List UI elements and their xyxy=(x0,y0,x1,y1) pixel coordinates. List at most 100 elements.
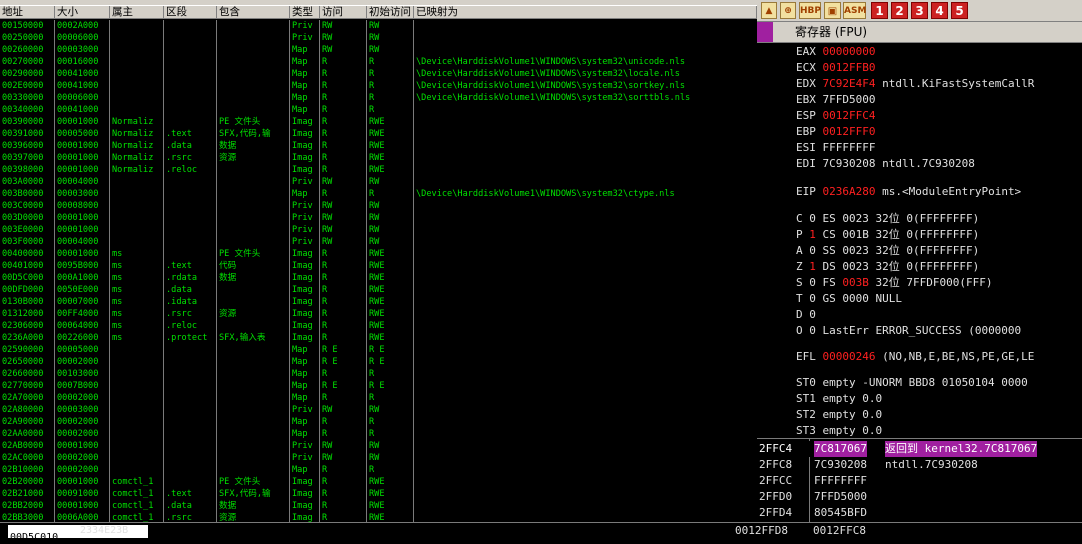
column-header-section[interactable]: 区段 xyxy=(164,6,217,19)
register-efl[interactable]: EFL 00000246 (NO,NB,E,BE,NS,PE,GE,LE xyxy=(796,349,1034,364)
flag-row-p[interactable]: P 1 CS 001B 32位 0(FFFFFFFF) xyxy=(796,227,979,242)
table-row[interactable]: 003E0000 00001000 Priv RW RW xyxy=(0,224,757,236)
flag-row-c[interactable]: C 0 ES 0023 32位 0(FFFFFFFF) xyxy=(796,211,979,226)
stack-row[interactable]: 2FFC8 7C930208 ntdll.7C930208 xyxy=(757,457,1082,473)
table-row[interactable]: 0236A000 00226000 ms .protect SFX,输入表 Imag R RW… xyxy=(0,332,757,344)
stack-comment: 返回到 kernel32.7C817067 xyxy=(885,441,1038,457)
table-row[interactable]: 02306000 00064000 ms .reloc Imag R RWE xyxy=(0,320,757,332)
register-ebx[interactable]: EBX 7FFD5000 xyxy=(796,92,875,107)
table-row[interactable]: 00397000 00001000 Normaliz .rsrc 资源 Imag R RWE xyxy=(0,152,757,164)
table-row[interactable]: 00396000 00001000 Normaliz .data 数据 Imag R RWE xyxy=(0,140,757,152)
column-header-contains[interactable]: 包含 xyxy=(217,6,290,19)
table-row[interactable]: 00260000 00003000 Map RW RW xyxy=(0,44,757,56)
column-header-size[interactable]: 大小 xyxy=(55,6,110,19)
table-row[interactable]: 02590000 00005000 Map R E R E xyxy=(0,344,757,356)
table-row[interactable]: 02BB2000 00001000 comctl_1 .data 数据 Imag R RWE xyxy=(0,500,757,512)
table-row[interactable]: 003B0000 00003000 Map R R \Device\HarddiskVol… xyxy=(0,188,757,200)
bookmark-5-button[interactable]: 5 xyxy=(951,2,968,19)
column-divider xyxy=(216,20,217,522)
table-row[interactable]: 02B20000 00001000 comctl_1 PE 文件头 Imag R RWE xyxy=(0,476,757,488)
sort-icon[interactable]: ▲ xyxy=(761,2,777,19)
table-row[interactable]: 02660000 00103000 Map R R xyxy=(0,368,757,380)
cell-section xyxy=(164,368,217,380)
table-row[interactable]: 00150000 0002A000 Priv RW RW xyxy=(0,20,757,32)
table-row[interactable]: 02A90000 00002000 Map R R xyxy=(0,416,757,428)
bookmark-2-button[interactable]: 2 xyxy=(891,2,908,19)
bookmark-1-button[interactable]: 1 xyxy=(871,2,888,19)
fpu-register-st0[interactable]: ST0 empty -UNORM BBD8 01050104 0000 xyxy=(796,375,1028,390)
mem-button[interactable]: ▣ xyxy=(824,2,841,19)
stack-address: 2FFC8 xyxy=(759,458,793,471)
table-row[interactable]: 00290000 00041000 Map R R \Device\HarddiskVol… xyxy=(0,68,757,80)
table-row[interactable]: 02AA0000 00002000 Map R R xyxy=(0,428,757,440)
register-eip[interactable]: EIP 0236A280 ms.<ModuleEntryPoint> xyxy=(796,184,1021,199)
table-row[interactable]: 02B21000 00091000 comctl_1 .text SFX,代码,输 Ima… xyxy=(0,488,757,500)
memory-map-rows[interactable]: 00150000 0002A000 Priv RW RW 00250000 00006000… xyxy=(0,20,757,522)
cell-type: Map xyxy=(292,345,308,355)
cell-section: .protect xyxy=(166,333,208,343)
table-row[interactable]: 00340000 00041000 Map R R xyxy=(0,104,757,116)
table-row[interactable]: 02AB0000 00001000 Priv RW RW xyxy=(0,440,757,452)
table-row[interactable]: 02A70000 00002000 Map R R xyxy=(0,392,757,404)
fpu-register-st1[interactable]: ST1 empty 0.0 xyxy=(796,391,882,406)
table-row[interactable]: 0130B000 00007000 ms .idata Imag R RWE xyxy=(0,296,757,308)
register-esp[interactable]: ESP 0012FFC4 xyxy=(796,108,875,123)
last-error-row[interactable]: O 0 LastErr ERROR_SUCCESS (0000000 xyxy=(796,323,1021,338)
asm-button[interactable]: ASM xyxy=(843,2,866,19)
table-row[interactable]: 002E0000 00041000 Map R R \Device\HarddiskVol… xyxy=(0,80,757,92)
stack-pane[interactable]: 2FFC4 7C817067 返回到 kernel32.7C817067 2FFC8 7… xyxy=(757,438,1082,522)
table-row[interactable]: 00398000 00001000 Normaliz .reloc Imag R RWE xyxy=(0,164,757,176)
fpu-register-st3[interactable]: ST3 empty 0.0 xyxy=(796,423,882,438)
table-row[interactable]: 003D0000 00001000 Priv RW RW xyxy=(0,212,757,224)
table-row[interactable]: 02A80000 00003000 Priv RW RW xyxy=(0,404,757,416)
register-ecx[interactable]: ECX 0012FFB0 xyxy=(796,60,875,75)
table-row[interactable]: 00250000 00006000 Priv RW RW xyxy=(0,32,757,44)
table-row[interactable]: 00390000 00001000 Normaliz PE 文件头 Imag R RWE xyxy=(0,116,757,128)
table-row[interactable]: 02AC0000 00002000 Priv RW RW xyxy=(0,452,757,464)
flag-row-a[interactable]: A 0 SS 0023 32位 0(FFFFFFFF) xyxy=(796,243,979,258)
stack-row[interactable]: 2FFCC FFFFFFFF xyxy=(757,473,1082,489)
column-header-access[interactable]: 访问 xyxy=(320,6,367,19)
table-row[interactable]: 00DFD000 0050E000 ms .data Imag R RWE xyxy=(0,284,757,296)
bookmark-3-button[interactable]: 3 xyxy=(911,2,928,19)
flag-row-s[interactable]: S 0 FS 003B 32位 7FFDF000(FFF) xyxy=(796,275,992,290)
column-header-initial-access[interactable]: 初始访问 xyxy=(367,6,414,19)
stack-row[interactable]: 2FFD4 80545BFD xyxy=(757,505,1082,521)
registers-pane[interactable]: 寄存器 (FPU) EAX 00000000 ECX 0012FFB0 EDX 7C… xyxy=(757,22,1082,438)
table-row[interactable]: 00D5C000 000A1000 ms .rdata 数据 Imag R RWE xyxy=(0,272,757,284)
stack-row[interactable]: 2FFD0 7FFD5000 xyxy=(757,489,1082,505)
table-row[interactable]: 02650000 00002000 Map R E R E xyxy=(0,356,757,368)
hbp-button[interactable]: HBP xyxy=(799,2,821,19)
table-row[interactable]: 00270000 00016000 Map R R \Device\HarddiskVol… xyxy=(0,56,757,68)
bookmark-4-button[interactable]: 4 xyxy=(931,2,948,19)
table-row[interactable]: 00401000 0095B000 ms .text 代码 Imag R RWE xyxy=(0,260,757,272)
register-eax[interactable]: EAX 00000000 xyxy=(796,44,875,59)
table-row[interactable]: 00330000 00006000 Map R R \Device\HarddiskVol… xyxy=(0,92,757,104)
column-header-mapped-as[interactable]: 已映射为 xyxy=(414,6,757,19)
table-row[interactable]: 02BB3000 0006A000 comctl_1 .rsrc 资源 Imag R RWE xyxy=(0,512,757,522)
register-edx[interactable]: EDX 7C92E4F4 ntdll.KiFastSystemCallR xyxy=(796,76,1034,91)
table-row[interactable]: 003A0000 00004000 Priv RW RW xyxy=(0,176,757,188)
table-row[interactable]: 01312000 00FF4000 ms .rsrc 资源 Imag R RWE xyxy=(0,308,757,320)
stack-row[interactable]: 2FFC4 7C817067 返回到 kernel32.7C817067 xyxy=(757,441,1082,457)
column-header-address[interactable]: 地址 xyxy=(0,6,55,19)
column-header-owner[interactable]: 属主 xyxy=(110,6,164,19)
memory-map-pane[interactable]: 地址 大小 属主 区段 包含 类型 访问 初始访问 已映射为 00150000 0002A000 P… xyxy=(0,0,757,522)
flag-row-d[interactable]: D 0 xyxy=(796,307,816,322)
flag-row-t[interactable]: T 0 GS 0000 NULL xyxy=(796,291,902,306)
flag-row-z[interactable]: Z 1 DS 0023 32位 0(FFFFFFFF) xyxy=(796,259,979,274)
pane-selector-icon[interactable] xyxy=(757,22,773,42)
fpu-register-st2[interactable]: ST2 empty 0.0 xyxy=(796,407,882,422)
register-edi[interactable]: EDI 7C930208 ntdll.7C930208 xyxy=(796,156,975,171)
table-row[interactable]: 003C0000 00008000 Priv RW RW xyxy=(0,200,757,212)
table-row[interactable]: 00391000 00005000 Normaliz .text SFX,代码,输 Ima… xyxy=(0,128,757,140)
cell-owner xyxy=(110,200,164,212)
register-ebp[interactable]: EBP 0012FFF0 xyxy=(796,124,875,139)
breakpoint-icon[interactable]: ⊕ xyxy=(780,2,796,19)
table-row[interactable]: 02B10000 00002000 Map R R xyxy=(0,464,757,476)
table-row[interactable]: 02770000 0007B000 Map R E R E xyxy=(0,380,757,392)
table-row[interactable]: 003F0000 00004000 Priv RW RW xyxy=(0,236,757,248)
table-row[interactable]: 00400000 00001000 ms PE 文件头 Imag R RWE xyxy=(0,248,757,260)
column-header-type[interactable]: 类型 xyxy=(290,6,320,19)
register-esi[interactable]: ESI FFFFFFFF xyxy=(796,140,875,155)
